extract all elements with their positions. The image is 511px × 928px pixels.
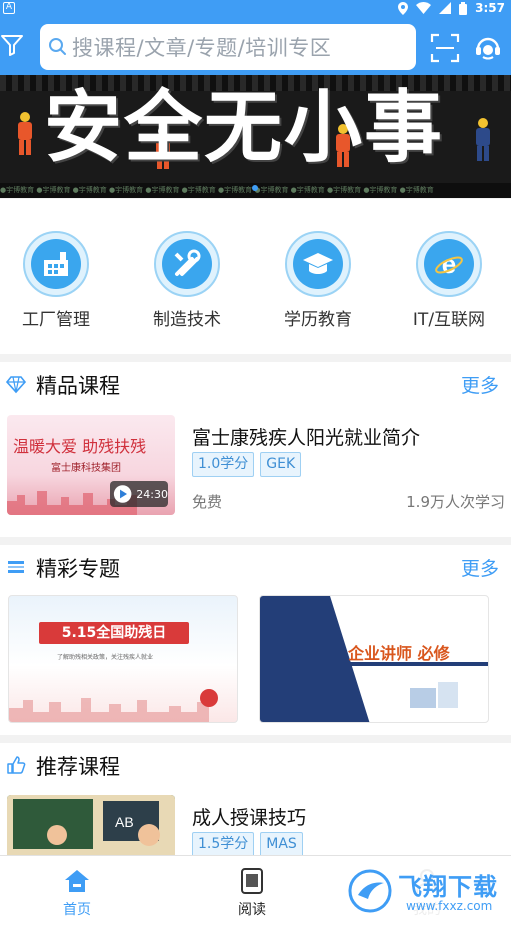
category-code-tag: MAS — [260, 832, 303, 855]
video-duration: 24:30 — [136, 487, 168, 501]
status-time: 3:57 — [475, 1, 505, 15]
section-header: 推荐课程 — [0, 743, 511, 787]
course-learner-count: 1.9万人次学习 — [406, 493, 505, 511]
banner-dot-active — [252, 185, 258, 191]
svg-text:e: e — [442, 249, 456, 279]
category-academic-education[interactable]: 学历教育 — [268, 231, 368, 330]
battery-icon — [459, 1, 468, 15]
credit-tag: 1.5学分 — [192, 832, 255, 855]
course-price: 免费 — [192, 493, 223, 511]
category-label: 制造技术 — [153, 310, 221, 330]
category-grid: 工厂管理 制造技术 学历教育 e IT/互联网 — [0, 199, 511, 354]
svg-text:AB: AB — [115, 814, 134, 830]
course-thumbnail: 温暖大爱 助残扶残 富士康科技集团 24:30 — [7, 415, 175, 515]
category-label: IT/互联网 — [412, 310, 486, 330]
category-code-tag: GEK — [260, 452, 302, 477]
course-card[interactable]: 温暖大爱 助残扶残 富士康科技集团 24:30 富士康残疾人阳光就业简介 1.0… — [0, 415, 511, 517]
worker-figure-icon — [476, 118, 490, 161]
nav-read[interactable]: 阅读 — [212, 868, 292, 919]
section-title: 推荐课程 — [36, 755, 120, 779]
topic-subline: 了解助残相关政策，关注残疾人就业 — [57, 654, 154, 661]
filter-icon[interactable] — [0, 33, 24, 57]
banner-pagination — [252, 185, 258, 191]
course-card[interactable]: AB 成人授课技巧 1.5学分 MAS — [0, 795, 511, 855]
book-icon — [241, 868, 263, 894]
recommended-section: 推荐课程 AB 成人授课技巧 1.5学分 MAS — [0, 743, 511, 855]
topic-list-icon — [8, 561, 24, 573]
category-factory-management[interactable]: 工厂管理 — [6, 231, 106, 330]
factory-icon — [44, 252, 68, 276]
topics-section: 精彩专题 更多 5.15全国助残日 了解助残相关政策，关注残疾人就业 企业讲师 … — [0, 545, 511, 735]
tools-icon — [174, 249, 201, 276]
signal-icon — [439, 2, 452, 14]
classroom-graphic: AB — [7, 795, 175, 855]
watermark-logo-icon — [348, 869, 392, 913]
section-header: 精彩专题 更多 — [0, 545, 511, 589]
video-duration-badge: 24:30 — [110, 481, 168, 507]
graduation-cap-icon — [303, 253, 333, 274]
topics-more-link[interactable]: 更多 — [461, 554, 499, 581]
category-manufacturing-tech[interactable]: 制造技术 — [137, 231, 237, 330]
topic-headline: 企业讲师 必修 — [348, 644, 450, 663]
banner-slogan: 安全无小事 — [44, 83, 445, 173]
app-notification-icon: A — [3, 2, 15, 14]
course-thumbnail: AB — [7, 795, 175, 855]
wifi-icon — [416, 2, 432, 14]
course-tags: 1.0学分 GEK — [192, 452, 302, 477]
diamond-icon — [6, 376, 26, 394]
course-title: 富士康残疾人阳光就业简介 — [192, 427, 421, 449]
thumbs-up-icon — [7, 756, 26, 774]
category-it-internet[interactable]: e IT/互联网 — [399, 231, 499, 330]
watermark-title: 飞翔下载 — [398, 873, 498, 901]
topic-headline: 5.15全国助残日 — [39, 622, 189, 644]
section-title: 精彩专题 — [36, 557, 120, 581]
section-title: 精品课程 — [36, 374, 120, 398]
credit-tag: 1.0学分 — [192, 452, 255, 477]
topic-card[interactable]: 企业讲师 必修 — [259, 595, 489, 723]
search-placeholder: 搜课程/文章/专题/培训专区 — [72, 36, 332, 60]
thumbnail-subtitle: 富士康科技集团 — [51, 463, 121, 474]
section-header: 精品课程 更多 — [0, 362, 511, 406]
worker-figure-icon — [18, 112, 32, 155]
search-input[interactable]: 搜课程/文章/专题/培训专区 — [40, 24, 416, 70]
customer-service-icon[interactable] — [474, 34, 502, 62]
promo-banner[interactable]: 安全无小事 ●宇博教育 ●宇博教育 ●宇博教育 ●宇博教育 ●宇博教育 ●宇博教… — [0, 75, 511, 198]
watermark-url: www.fxxz.com — [406, 899, 493, 913]
status-bar: A 3:57 — [0, 0, 511, 18]
category-label: 学历教育 — [284, 310, 352, 330]
featured-more-link[interactable]: 更多 — [461, 371, 499, 398]
download-site-watermark: 飞翔下载 www.fxxz.com — [344, 865, 502, 917]
skyline-graphic — [9, 689, 218, 722]
course-tags: 1.5学分 MAS — [192, 832, 303, 855]
topic-card[interactable]: 5.15全国助残日 了解助残相关政策，关注残疾人就业 — [8, 595, 238, 723]
app-header: A 3:57 搜课程/文章/专题/培训专区 — [0, 0, 511, 75]
featured-courses-section: 精品课程 更多 温暖大爱 助残扶残 富士康科技集团 24:30 富士康残疾人阳光… — [0, 362, 511, 537]
scan-icon[interactable] — [430, 33, 460, 63]
course-title: 成人授课技巧 — [192, 807, 307, 829]
category-label: 工厂管理 — [22, 310, 90, 330]
nav-home-label: 首页 — [63, 902, 91, 918]
search-icon — [49, 38, 66, 55]
play-icon — [113, 485, 132, 503]
ie-browser-icon: e — [435, 249, 463, 279]
nav-read-label: 阅读 — [238, 902, 266, 918]
location-icon — [398, 1, 409, 15]
home-icon — [65, 870, 89, 892]
nav-home[interactable]: 首页 — [37, 868, 117, 919]
thumbnail-headline: 温暖大爱 助残扶残 — [13, 437, 147, 456]
